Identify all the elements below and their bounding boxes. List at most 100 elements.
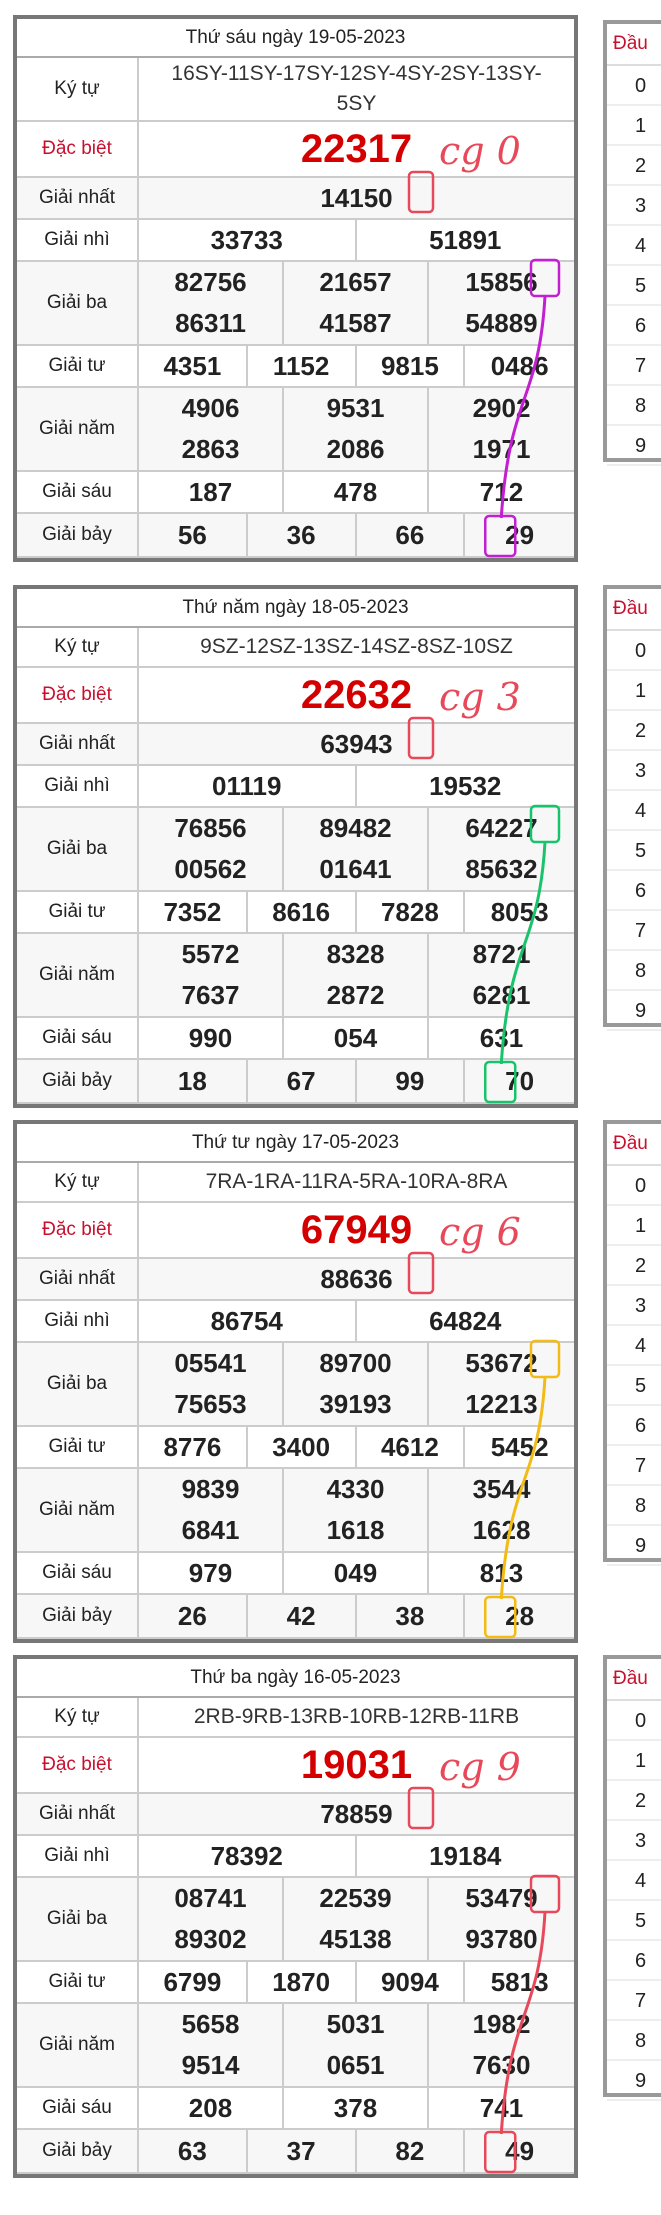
fifth-prize-number: 4906 bbox=[139, 388, 284, 429]
sixth-prize-number: 378 bbox=[284, 2088, 429, 2128]
row-giai-nhat: Giải nhất 14150 bbox=[17, 178, 574, 220]
second-prize-number: 19532 bbox=[429, 770, 502, 801]
third-prize-number: 89700 bbox=[284, 1343, 429, 1384]
third-prize-number: 45138 bbox=[284, 1919, 429, 1960]
third-prize-number: 39193 bbox=[284, 1384, 429, 1425]
special-prize-number: 67949 bbox=[300, 1207, 413, 1252]
dau-digit: 0 bbox=[607, 631, 661, 671]
dau-digit: 3 bbox=[607, 186, 661, 226]
dau-digit: 8 bbox=[607, 1486, 661, 1526]
row-giai-ba-label: Giải ba bbox=[17, 1343, 139, 1425]
row-giai-nhat: Giải nhất 78859 bbox=[17, 1794, 574, 1836]
fifth-prize-number: 7637 bbox=[139, 975, 284, 1016]
row-giai-ba-values: 76856 89482 64227 00562 01641 85632 bbox=[139, 808, 574, 890]
row-giai-sau-label: Giải sáu bbox=[17, 1018, 139, 1058]
result-table: Thứ tư ngày 17-05-2023 Ký tự 7RA-1RA-11RA-… bbox=[13, 1120, 578, 1643]
row-giai-tu: Giải tư 4351 1152 9815 0486 bbox=[17, 346, 574, 388]
row-giai-nhi-label: Giải nhì bbox=[17, 220, 139, 260]
dau-digit: 1 bbox=[607, 1741, 661, 1781]
row-giai-tu-values: 8776 3400 4612 5452 bbox=[139, 1427, 574, 1467]
row-giai-nhi-label: Giải nhì bbox=[17, 766, 139, 806]
seventh-prize-number: 36 bbox=[248, 514, 357, 556]
fourth-prize-number: 3400 bbox=[248, 1427, 357, 1467]
sixth-prize-number: 712 bbox=[479, 476, 524, 507]
sixth-prize-number: 054 bbox=[284, 1018, 429, 1058]
draw-date-header: Thứ tư ngày 17-05-2023 bbox=[17, 1124, 574, 1163]
fourth-prize-number: 5813 bbox=[490, 1966, 549, 1997]
second-prize-number: 51891 bbox=[429, 224, 502, 255]
third-prize-number: 01641 bbox=[284, 849, 429, 890]
row-giai-nam: Giải năm 4906 9531 2902 2863 2086 1971 bbox=[17, 388, 574, 472]
seventh-prize-number: 82 bbox=[357, 2130, 466, 2172]
seventh-prize-number: 70 bbox=[505, 1065, 535, 1096]
row-giai-sau: Giải sáu 208 378 741 bbox=[17, 2088, 574, 2130]
row-giai-sau-values: 990 054 631 bbox=[139, 1018, 574, 1058]
seventh-prize-number: 42 bbox=[248, 1595, 357, 1637]
sixth-prize-number: 187 bbox=[139, 472, 284, 512]
dau-panel: Đầu 0 1 2 3 4 5 6 7 8 9 bbox=[603, 20, 661, 466]
seventh-prize-number: 38 bbox=[357, 1595, 466, 1637]
dau-digit: 2 bbox=[607, 1781, 661, 1821]
row-giai-sau-label: Giải sáu bbox=[17, 472, 139, 512]
third-prize-number: 21657 bbox=[284, 262, 429, 303]
row-giai-nam-label: Giải năm bbox=[17, 388, 139, 470]
row-dac-biet-label: Đặc biệt bbox=[17, 1203, 139, 1257]
dau-digit: 7 bbox=[607, 1446, 661, 1486]
dau-digit: 1 bbox=[607, 106, 661, 146]
row-giai-bay-values: 56 36 66 29 bbox=[139, 514, 574, 556]
row-giai-nhi: Giải nhì 33733 51891 bbox=[17, 220, 574, 262]
third-prize-number: 93780 bbox=[465, 1924, 538, 1954]
dau-digit: 6 bbox=[607, 1406, 661, 1446]
row-giai-bay: Giải bảy 18 67 99 70 bbox=[17, 1060, 574, 1104]
row-giai-nhat: Giải nhất 88636 bbox=[17, 1259, 574, 1301]
row-giai-nhat-label: Giải nhất bbox=[17, 724, 139, 764]
dau-digit: 3 bbox=[607, 751, 661, 791]
row-giai-bay-label: Giải bảy bbox=[17, 514, 139, 556]
first-prize-number: 14150 bbox=[320, 182, 393, 213]
fifth-prize-number: 1982 bbox=[472, 2009, 531, 2039]
result-table: Thứ ba ngày 16-05-2023 Ký tự 2RB-9RB-13RB-… bbox=[13, 1655, 578, 2178]
fifth-prize-number: 0651 bbox=[284, 2045, 429, 2086]
row-giai-nhat-label: Giải nhất bbox=[17, 1794, 139, 1834]
row-ky-tu: Ký tự 16SY-11SY-17SY-12SY-4SY-2SY-13SY-5S… bbox=[17, 58, 574, 122]
third-prize-number: 86311 bbox=[139, 303, 284, 344]
row-giai-tu-label: Giải tư bbox=[17, 1427, 139, 1467]
third-prize-number: 82756 bbox=[139, 262, 284, 303]
result-table: Thứ năm ngày 18-05-2023 Ký tự 9SZ-12SZ-13S… bbox=[13, 585, 578, 1108]
row-giai-bay: Giải bảy 63 37 82 49 bbox=[17, 2130, 574, 2174]
ky-tu-value: 2RB-9RB-13RB-10RB-12RB-11RB bbox=[193, 1705, 520, 1728]
third-prize-number: 08741 bbox=[139, 1878, 284, 1919]
row-giai-tu-label: Giải tư bbox=[17, 1962, 139, 2002]
row-ky-tu-label: Ký tự bbox=[17, 628, 139, 666]
fourth-prize-number: 1152 bbox=[248, 346, 357, 386]
row-giai-nam-values: 4906 9531 2902 2863 2086 1971 bbox=[139, 388, 574, 470]
sixth-prize-number: 478 bbox=[284, 472, 429, 512]
row-giai-ba: Giải ba 05541 89700 53672 75653 39193 12213 bbox=[17, 1343, 574, 1427]
dau-digit: 5 bbox=[607, 1366, 661, 1406]
fifth-prize-number: 9839 bbox=[139, 1469, 284, 1510]
fourth-prize-number: 8776 bbox=[139, 1427, 248, 1467]
fourth-prize-number: 4351 bbox=[139, 346, 248, 386]
row-giai-nhat-label: Giải nhất bbox=[17, 178, 139, 218]
sixth-prize-number: 990 bbox=[139, 1018, 284, 1058]
row-giai-sau-values: 187 478 712 bbox=[139, 472, 574, 512]
seventh-prize-number: 99 bbox=[357, 1060, 466, 1102]
row-giai-ba-label: Giải ba bbox=[17, 262, 139, 344]
row-giai-ba-values: 08741 22539 53479 89302 45138 93780 bbox=[139, 1878, 574, 1960]
row-dac-biet: Đặc biệt 22317 bbox=[17, 122, 574, 178]
dau-digit: 3 bbox=[607, 1286, 661, 1326]
row-dac-biet-values: 22317 bbox=[139, 122, 574, 176]
fourth-prize-number: 8616 bbox=[248, 892, 357, 932]
fifth-prize-number: 9514 bbox=[139, 2045, 284, 2086]
second-prize-number: 64824 bbox=[429, 1305, 502, 1336]
fourth-prize-number: 4612 bbox=[357, 1427, 466, 1467]
dau-digit: 5 bbox=[607, 1901, 661, 1941]
row-dac-biet-values: 22632 bbox=[139, 668, 574, 722]
sixth-prize-number: 979 bbox=[139, 1553, 284, 1593]
dau-digit: 2 bbox=[607, 711, 661, 751]
seventh-prize-number: 63 bbox=[139, 2130, 248, 2172]
fifth-prize-number: 1628 bbox=[472, 1515, 531, 1545]
fourth-prize-number: 6799 bbox=[139, 1962, 248, 2002]
special-prize-number: 19031 bbox=[300, 1742, 413, 1787]
seventh-prize-number: 26 bbox=[139, 1595, 248, 1637]
